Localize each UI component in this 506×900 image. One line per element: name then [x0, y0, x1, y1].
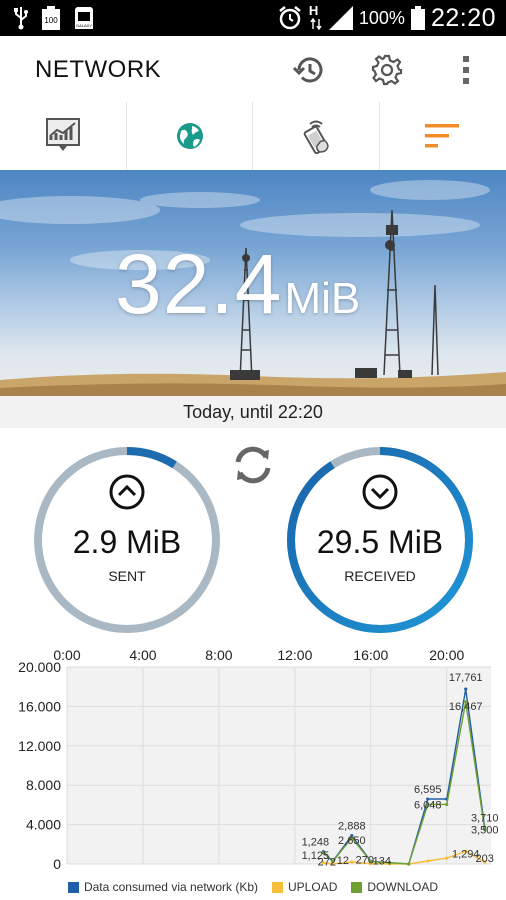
- network-type-label: H: [308, 3, 319, 18]
- sort-list-icon: [425, 124, 459, 148]
- alarm-icon: [279, 6, 301, 30]
- svg-text:GALAXY: GALAXY: [76, 23, 92, 28]
- x-tick-label: 16:00: [353, 647, 388, 663]
- data-label: 17,761: [449, 672, 483, 684]
- total-usage-readout: 32.4MiB: [115, 236, 360, 333]
- y-tick-label: 4.000: [26, 817, 61, 833]
- status-bar: 100 GALAXY H 100% 22:20: [0, 0, 506, 36]
- notification-icons: 100 GALAXY: [14, 6, 94, 30]
- data-label: 16,467: [449, 701, 483, 713]
- overflow-menu-icon: [463, 56, 469, 84]
- page-title: NETWORK: [35, 56, 162, 83]
- tab-usage-chart[interactable]: [0, 102, 126, 170]
- legend-item-download: DOWNLOAD: [351, 880, 438, 894]
- usage-chart: 0:00 4:00 8:00 12:00 16:00 20:0020.00016.0001…: [18, 647, 499, 872]
- legend-swatch-upload: [272, 881, 284, 893]
- settings-button[interactable]: [367, 50, 407, 90]
- y-tick-label: 16.000: [18, 698, 61, 714]
- refresh-icon[interactable]: [230, 442, 276, 488]
- chart-legend: Data consumed via network (Kb) UPLOAD DO…: [0, 880, 506, 894]
- x-tick-label: 12:00: [277, 647, 312, 663]
- gallery-notification-icon: GALAXY: [75, 7, 93, 29]
- y-tick-label: 8.000: [26, 777, 61, 793]
- legend-item-upload: UPLOAD: [272, 880, 337, 894]
- data-label: 270: [356, 854, 374, 866]
- app-bar: NETWORK: [0, 36, 506, 102]
- legend-label-upload: UPLOAD: [288, 880, 338, 894]
- legend-swatch-network: [67, 881, 79, 893]
- usage-chart-icon: [46, 118, 80, 151]
- data-label: 6,595: [414, 784, 442, 796]
- tab-wifi-apps[interactable]: [253, 102, 379, 170]
- usb-icon: [14, 7, 28, 30]
- history-button[interactable]: [289, 50, 329, 90]
- series-point: [445, 856, 449, 860]
- phone-wifi-icon: [303, 120, 329, 154]
- history-icon: [292, 57, 323, 83]
- data-label: 272: [318, 856, 336, 868]
- y-tick-label: 20.000: [18, 659, 61, 675]
- battery-icon: [410, 6, 425, 30]
- data-label: 3,710: [471, 812, 499, 824]
- data-label: 2,888: [338, 821, 366, 833]
- series-point: [350, 860, 354, 864]
- clock: 22:20: [430, 3, 496, 32]
- series-point: [464, 687, 468, 691]
- tab-bar: [0, 102, 506, 171]
- series-point: [426, 859, 430, 863]
- legend-label-download: DOWNLOAD: [367, 880, 439, 894]
- data-label: 3,500: [471, 825, 499, 837]
- period-label: Today, until 22:20: [0, 396, 506, 428]
- tab-sort[interactable]: [380, 102, 506, 170]
- overflow-menu-button[interactable]: [446, 50, 486, 90]
- upload-arrow-icon: [109, 474, 145, 510]
- received-value: 29.5 MiB: [316, 524, 444, 560]
- signal-icon: [328, 6, 353, 30]
- legend-swatch-download: [351, 881, 363, 893]
- y-tick-label: 12.000: [18, 738, 61, 754]
- svg-text:100: 100: [44, 16, 58, 25]
- data-label: 1,248: [302, 837, 330, 849]
- received-label: RECEIVED: [344, 568, 416, 584]
- sent-value: 2.9 MiB: [72, 524, 182, 560]
- data-label: 6,048: [414, 799, 442, 811]
- data-label: 203: [476, 853, 494, 865]
- series-point: [445, 802, 449, 807]
- data-arrows-icon: [310, 18, 322, 30]
- plot-background: [67, 667, 491, 864]
- series-point: [407, 862, 411, 866]
- settings-gear-icon: [371, 54, 403, 86]
- hero-banner: 32.4MiB: [0, 170, 506, 396]
- legend-item-network: Data consumed via network (Kb): [67, 880, 259, 894]
- data-label: 2,650: [338, 835, 366, 847]
- sent-label: SENT: [108, 568, 146, 584]
- download-arrow-icon: [362, 474, 398, 510]
- received-gauge[interactable]: 29.5 MiB RECEIVED: [284, 444, 476, 636]
- network-type: H: [309, 3, 323, 33]
- x-tick-label: 20:00: [429, 647, 464, 663]
- tab-network[interactable]: [127, 102, 252, 170]
- battery-100-notification-icon: 100: [42, 6, 60, 30]
- data-label: 134: [373, 856, 391, 868]
- y-tick-label: 0: [53, 856, 61, 872]
- x-tick-label: 8:00: [205, 647, 232, 663]
- battery-percent: 100%: [358, 7, 405, 28]
- x-tick-label: 4:00: [129, 647, 156, 663]
- total-usage-unit: MiB: [284, 274, 361, 323]
- data-label: 12: [337, 855, 349, 867]
- legend-label-network: Data consumed via network (Kb): [83, 880, 259, 894]
- globe-icon: [176, 123, 203, 149]
- status-indicators: H 100% 22:20: [277, 3, 496, 33]
- total-usage-value: 32.4: [115, 237, 283, 331]
- sent-gauge[interactable]: 2.9 MiB SENT: [31, 444, 223, 636]
